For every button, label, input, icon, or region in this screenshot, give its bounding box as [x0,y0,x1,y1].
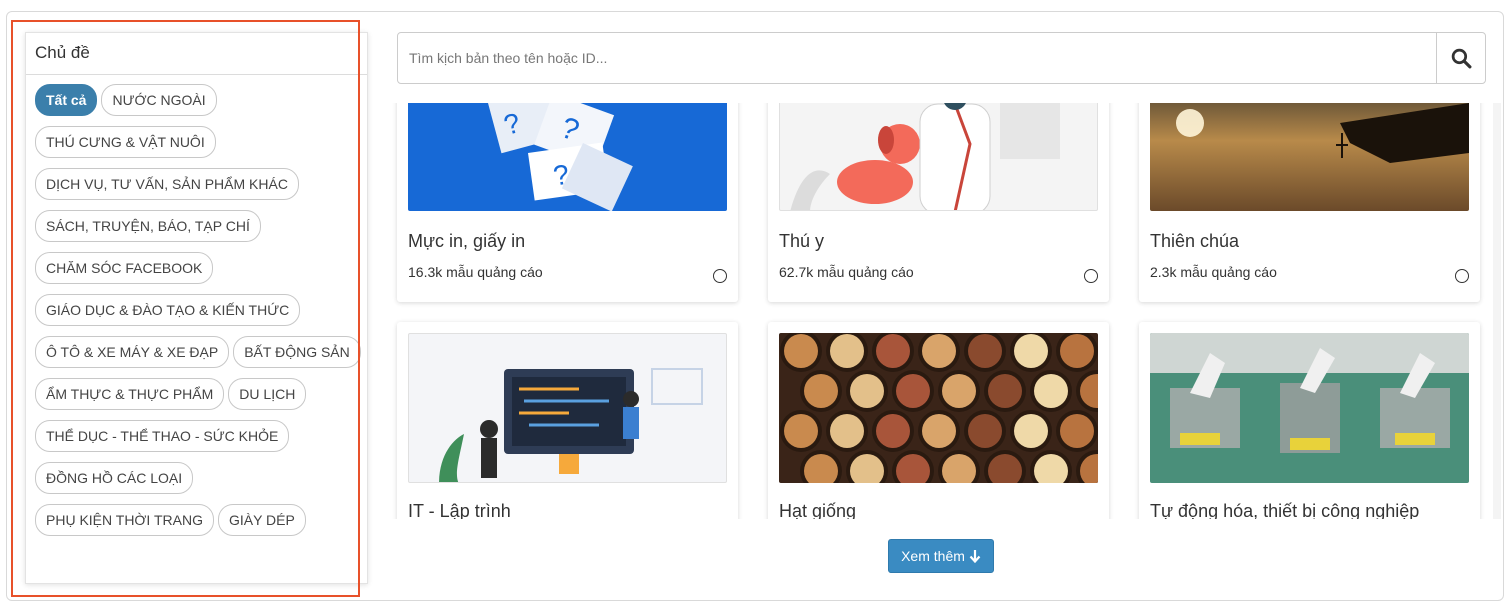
tag-facebook-care[interactable]: CHĂM SÓC FACEBOOK [35,252,214,284]
card-title: Tự động hóa, thiết bị công nghiệp [1150,501,1420,519]
card-title: Thú y [779,231,825,251]
card-select-radio[interactable] [713,269,727,283]
tag-books[interactable]: SÁCH, TRUYỆN, BÁO, TẠP CHÍ [35,210,261,242]
card-image [779,333,1098,483]
arrow-down-icon [969,550,981,563]
card-select-radio[interactable] [1455,269,1469,283]
tag-education[interactable]: GIÁO DỤC & ĐÀO TẠO & KIẾN THỨC [35,294,301,326]
card-image [408,333,727,483]
tag-fashion-accessories[interactable]: PHỤ KIỆN THỜI TRANG [35,504,214,536]
card-title: Thiên chúa [1150,231,1240,251]
topic-panel-title: Chủ đề [26,33,367,75]
card-image [1150,103,1469,211]
tag-travel[interactable]: DU LỊCH [228,378,307,410]
card-count: 16.3k mẫu quảng cáo [408,264,543,280]
tag-services[interactable]: DỊCH VỤ, TƯ VẤN, SẢN PHẨM KHÁC [35,168,299,200]
topic-panel: Chủ đề Tất cả NƯỚC NGOÀI THÚ CƯNG & VẬT … [25,32,368,584]
card-industrial-automation[interactable]: Tự động hóa, thiết bị công nghiệp [1139,322,1480,519]
search-button[interactable] [1436,33,1485,83]
tag-all[interactable]: Tất cả [35,84,98,116]
card-catholic[interactable]: Thiên chúa 2.3k mẫu quảng cáo [1139,103,1480,302]
card-ink-paper[interactable]: ? ? ? Mực in, giấy in 16.3k mẫu quảng cá… [397,103,738,302]
search-icon [1451,48,1471,68]
card-image [779,103,1098,211]
tag-pets[interactable]: THÚ CƯNG & VẬT NUÔI [35,126,216,158]
card-grid: ? ? ? Mực in, giấy in 16.3k mẫu quảng cá… [383,103,1493,519]
tag-shoes[interactable]: GIÀY DÉP [217,504,306,536]
search-bar [397,32,1486,84]
tag-watches[interactable]: ĐỒNG HỒ CÁC LOẠI [35,462,194,494]
load-more-button[interactable]: Xem thêm [888,539,994,573]
card-title: IT - Lập trình [408,501,511,519]
load-more-label: Xem thêm [901,548,965,564]
card-veterinary[interactable]: Thú y 62.7k mẫu quảng cáo [768,103,1109,302]
tag-sports[interactable]: THỂ DỤC - THỂ THAO - SỨC KHỎE [35,420,290,452]
card-title: Hạt giống [779,501,857,519]
topic-tag-list: Tất cả NƯỚC NGOÀI THÚ CƯNG & VẬT NUÔI DỊ… [35,84,365,536]
card-grid-scrollbar[interactable] [1493,103,1501,519]
tag-foreign[interactable]: NƯỚC NGOÀI [101,84,217,116]
card-seeds[interactable]: Hạt giống [768,322,1109,519]
card-title: Mực in, giấy in [408,231,526,251]
card-image [1150,333,1469,483]
tag-vehicles[interactable]: Ô TÔ & XE MÁY & XE ĐẠP [35,336,230,368]
tag-food[interactable]: ẨM THỰC & THỰC PHẨM [35,378,225,410]
card-count: 62.7k mẫu quảng cáo [779,264,914,280]
card-select-radio[interactable] [1084,269,1098,283]
tag-real-estate[interactable]: BẤT ĐỘNG SẢN [233,336,361,368]
card-image: ? ? ? [408,103,727,211]
card-it-programming[interactable]: IT - Lập trình [397,322,738,519]
card-count: 2.3k mẫu quảng cáo [1150,264,1277,280]
search-input[interactable] [398,33,1436,83]
